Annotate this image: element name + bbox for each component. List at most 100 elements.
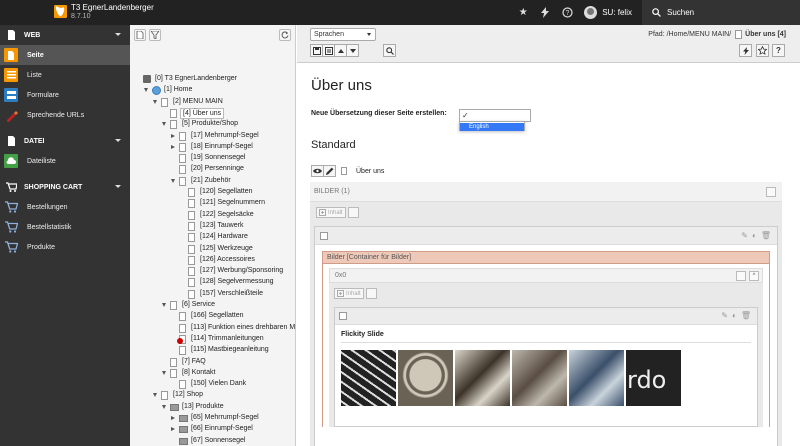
collapse-toggle-icon[interactable] [171, 178, 175, 183]
tree-node-label[interactable]: [13] Produkte [180, 402, 226, 413]
dropdown-option-english[interactable]: English [460, 123, 524, 131]
collapse-toggle-icon[interactable] [162, 122, 166, 127]
tree-node-label[interactable]: [21] Zubehör [189, 176, 233, 187]
tree-node[interactable]: [128] Segelvermessung [130, 277, 295, 288]
tree-node-label[interactable]: [0] T3 EgnerLandenberger [153, 74, 239, 85]
bookmark-button[interactable] [756, 44, 769, 57]
page-icon[interactable] [179, 165, 186, 175]
help-button[interactable]: ? [772, 44, 785, 57]
page-icon[interactable] [188, 244, 195, 254]
search-toggle[interactable]: Suchen [642, 0, 800, 25]
page-icon[interactable] [179, 154, 186, 164]
user-menu[interactable]: SU: felix [578, 0, 642, 25]
tree-node[interactable]: [157] Verschleißteile [130, 289, 295, 300]
page-icon[interactable] [179, 142, 186, 152]
module-item-bestellungen[interactable]: Bestellungen [0, 197, 130, 217]
trash-icon[interactable]: 🗑 [741, 311, 751, 320]
tree-node-label[interactable]: [166] Segellatten [189, 311, 246, 322]
tree-node[interactable]: [19] Sonnensegel [130, 153, 295, 164]
tree-node-label[interactable]: [115] Mastbiegeanleitung [189, 345, 271, 356]
tree-node[interactable]: [127] Werbung/Sponsoring [130, 266, 295, 277]
page-icon[interactable] [161, 97, 168, 107]
page-icon[interactable] [188, 188, 195, 197]
new-content-button[interactable]: Inhalt [316, 207, 346, 218]
module-item-produkte[interactable]: Produkte [0, 237, 130, 257]
new-page-button[interactable] [134, 29, 146, 41]
tree-node[interactable]: [21] Zubehör [130, 176, 295, 187]
tree-node[interactable]: [67] Sonnensegel [130, 436, 295, 446]
tree-node-label[interactable]: [128] Segelvermessung [198, 277, 276, 288]
module-group-web[interactable]: WEB [0, 25, 130, 45]
tree-node-label[interactable]: [8] Kontakt [180, 368, 217, 379]
tree-node[interactable]: [114] Trimmanleitungen [130, 334, 295, 345]
page-icon[interactable] [170, 301, 177, 310]
expand-toggle-icon[interactable] [171, 133, 175, 138]
page-icon[interactable] [179, 176, 186, 186]
tree-node-label[interactable]: [121] Segelnummern [198, 198, 267, 209]
tree-node-label[interactable]: [123] Tauwerk [198, 221, 245, 232]
collapse-toggle-icon[interactable] [162, 404, 166, 409]
globe-icon[interactable] [152, 86, 161, 96]
tree-node[interactable]: [122] Segelsäcke [130, 210, 295, 221]
new-content-button[interactable]: Inhalt [334, 288, 364, 299]
tree-node-label[interactable]: [2] MENU MAIN [171, 97, 225, 108]
page-icon[interactable] [179, 380, 186, 390]
tree-node[interactable]: [2] MENU MAIN [130, 97, 295, 108]
edit-icon[interactable] [766, 187, 776, 197]
page-restricted-icon[interactable] [177, 334, 186, 344]
tree-node-label[interactable]: [12] Shop [171, 390, 205, 401]
tree-node[interactable]: [18] Einrumpf-Segel [130, 142, 295, 153]
tree-node-label[interactable]: [157] Verschleißteile [198, 289, 265, 300]
module-item-liste[interactable]: Liste [0, 65, 130, 85]
tree-node-label[interactable]: [125] Werkzeuge [198, 244, 255, 255]
tree-node[interactable]: [123] Tauwerk [130, 221, 295, 232]
toggle-visibility-icon[interactable]: ◐ [752, 231, 757, 240]
page-icon[interactable] [188, 267, 195, 277]
tree-node[interactable]: [120] Segellatten [130, 187, 295, 198]
tree-node-label[interactable]: [114] Trimmanleitungen [189, 334, 266, 345]
tree-node[interactable]: [1] Home [130, 85, 295, 96]
page-icon[interactable] [188, 221, 195, 231]
collapse-toggle-icon[interactable] [144, 88, 148, 93]
bolt-icon[interactable] [534, 0, 556, 25]
page-icon[interactable] [188, 199, 195, 209]
star-icon[interactable]: ★ [512, 0, 534, 25]
tree-node[interactable]: [12] Shop [130, 390, 295, 401]
tree-node-label[interactable]: [18] Einrumpf-Segel [189, 142, 255, 153]
trash-icon[interactable]: 🗑 [761, 231, 771, 240]
module-item-dateiliste[interactable]: Dateiliste [0, 151, 130, 171]
tree-node-label[interactable]: [4] Über uns [180, 107, 225, 119]
expand-toggle-icon[interactable] [171, 427, 175, 432]
page-icon[interactable] [188, 255, 195, 265]
edit-icon[interactable] [736, 271, 746, 281]
filter-button[interactable] [149, 29, 161, 41]
collapse-toggle-icon[interactable] [162, 303, 166, 307]
typo3-logo-icon[interactable] [54, 5, 67, 18]
paste-button[interactable] [366, 288, 377, 299]
expand-toggle-icon[interactable] [171, 144, 175, 149]
page-icon[interactable] [170, 108, 177, 118]
page-icon[interactable] [188, 210, 195, 220]
tree-node[interactable]: [65] Mehrrumpf-Segel [130, 413, 295, 424]
collapse-toggle-icon[interactable] [153, 393, 157, 398]
tree-node-label[interactable]: [7] FAQ [180, 357, 208, 368]
tree-node[interactable]: [66] Einrumpf-Segel [130, 424, 295, 435]
module-item-bestellstatistik[interactable]: Bestellstatistik [0, 217, 130, 237]
page-icon[interactable] [179, 346, 186, 356]
pencil-icon[interactable]: ✎ [721, 311, 728, 320]
page-icon[interactable] [170, 368, 177, 378]
page-icon[interactable] [179, 312, 186, 322]
tree-node[interactable]: [8] Kontakt [130, 368, 295, 379]
tree-node-label[interactable]: [20] Persenninge [189, 164, 246, 175]
tree-node[interactable]: [4] Über uns [130, 107, 295, 119]
tree-node-label[interactable]: [124] Hardware [198, 232, 250, 243]
module-group-shopping-cart[interactable]: SHOPPING CART [0, 177, 130, 197]
tree-node-label[interactable]: [66] Einrumpf-Segel [189, 424, 255, 435]
tree-node-label[interactable]: [113] Funktion eines drehbaren M [189, 323, 295, 334]
search-button[interactable] [383, 44, 396, 57]
tree-node-label[interactable]: [120] Segellatten [198, 187, 255, 198]
tree-node[interactable]: [0] T3 EgnerLandenberger [130, 74, 295, 85]
module-item-seite[interactable]: Seite [0, 45, 130, 65]
chevron-up-icon[interactable]: ^ [749, 271, 759, 281]
folder-icon[interactable] [179, 426, 188, 434]
